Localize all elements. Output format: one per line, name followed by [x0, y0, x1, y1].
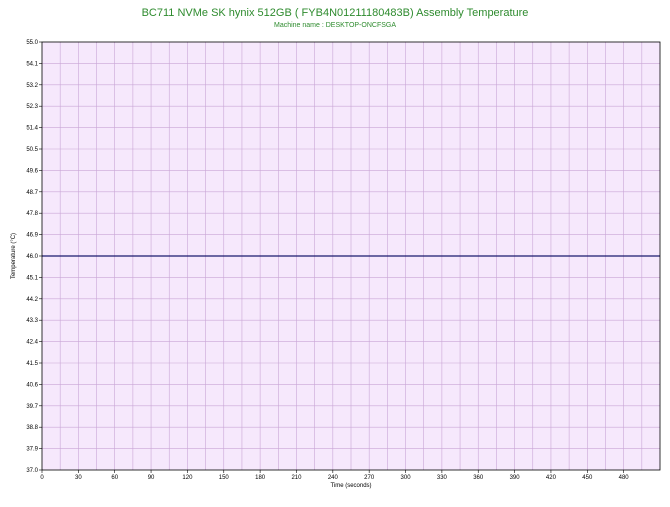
y-tick-label: 39.7	[26, 404, 38, 410]
y-tick-label: 46.0	[26, 254, 38, 260]
y-axis-ticks: 37.0 37.9 38.8 39.7 40.6 41.5 42.4 43.3 44.2 45.1…	[26, 40, 42, 474]
x-tick-label: 120	[182, 475, 193, 481]
y-tick-label: 48.7	[26, 190, 38, 196]
x-tick-label: 390	[510, 475, 521, 481]
x-tick-label: 360	[473, 475, 484, 481]
machine-name-subtitle: Machine name : DESKTOP-ONCFSGA	[274, 22, 396, 29]
temperature-chart: BC711 NVMe SK hynix 512GB ( FYB4N0121118…	[11, 7, 661, 489]
x-tick-label: 330	[437, 475, 448, 481]
y-tick-label: 53.2	[26, 83, 38, 89]
x-tick-label: 90	[148, 475, 155, 481]
x-tick-label: 420	[546, 475, 557, 481]
y-tick-label: 55.0	[26, 40, 38, 46]
x-tick-label: 450	[582, 475, 593, 481]
y-tick-label: 38.8	[26, 425, 38, 431]
y-tick-label: 42.4	[26, 340, 38, 346]
x-tick-label: 180	[255, 475, 266, 481]
x-axis-label: Time (seconds)	[330, 483, 371, 489]
x-tick-label: 210	[291, 475, 302, 481]
x-tick-label: 300	[401, 475, 412, 481]
x-tick-label: 30	[75, 475, 82, 481]
y-tick-label: 49.6	[26, 168, 38, 174]
chart-title: BC711 NVMe SK hynix 512GB ( FYB4N0121118…	[142, 7, 529, 19]
y-tick-label: 37.9	[26, 447, 38, 453]
y-tick-label: 37.0	[26, 468, 38, 474]
y-tick-label: 52.3	[26, 104, 38, 110]
chart-container: BC711 NVMe SK hynix 512GB ( FYB4N0121118…	[0, 0, 670, 502]
y-tick-label: 50.5	[26, 147, 38, 153]
y-tick-label: 45.1	[26, 275, 38, 281]
y-tick-label: 47.8	[26, 211, 38, 217]
y-tick-label: 46.9	[26, 233, 38, 239]
y-tick-label: 41.5	[26, 361, 38, 367]
x-tick-label: 240	[328, 475, 339, 481]
y-tick-label: 51.4	[26, 126, 38, 132]
x-tick-label: 270	[364, 475, 375, 481]
x-tick-label: 150	[219, 475, 230, 481]
y-tick-label: 54.1	[26, 61, 38, 67]
y-axis-label: Temperature (°C)	[11, 233, 17, 279]
y-tick-label: 44.2	[26, 297, 38, 303]
y-tick-label: 40.6	[26, 382, 38, 388]
x-axis-ticks: 0 30 60 90 120 150 180 210 240 270 300 330 360 390 420…	[40, 470, 629, 481]
x-tick-label: 0	[40, 475, 44, 481]
x-tick-label: 60	[111, 475, 118, 481]
x-tick-label: 480	[619, 475, 630, 481]
y-tick-label: 43.3	[26, 318, 38, 324]
